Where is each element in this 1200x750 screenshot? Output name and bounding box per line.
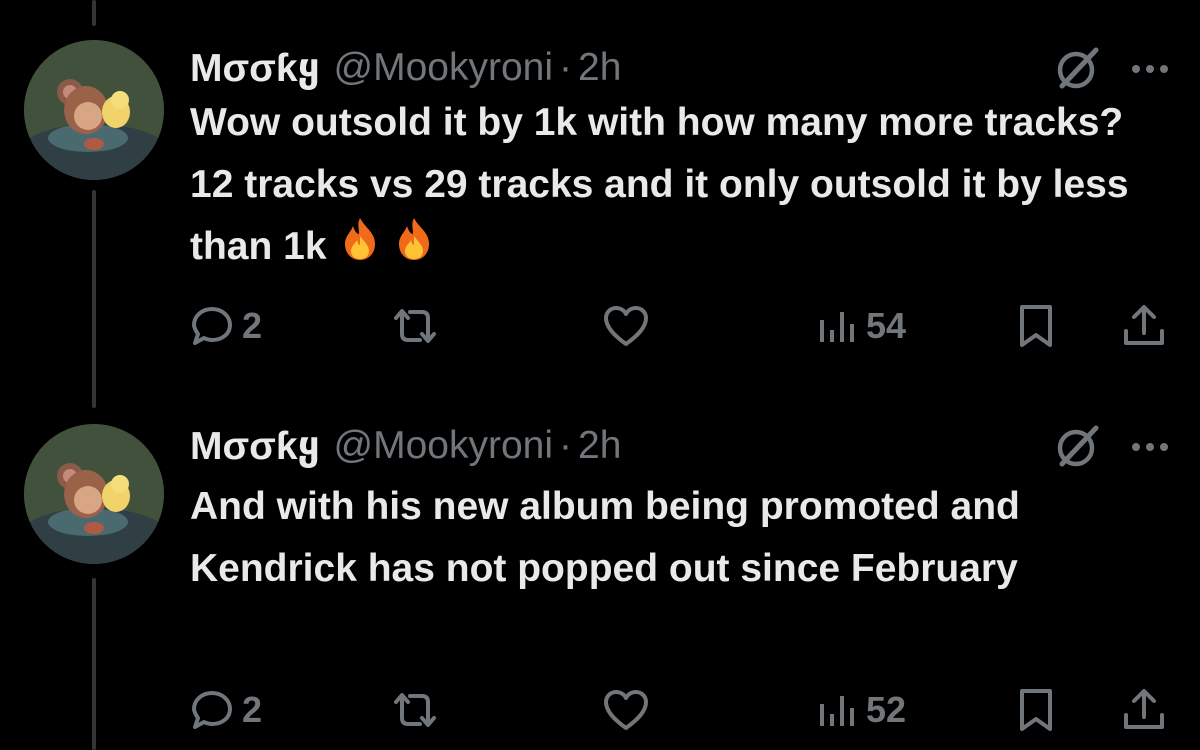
tweet[interactable]: Mσσƙყ @Mookyroni · 2h Wow outsold it by …: [0, 38, 1200, 368]
tweet-body: Wow outsold it by 1k with how many more …: [190, 101, 1129, 268]
fire-emoji: [393, 216, 435, 281]
heart-icon: [604, 690, 648, 730]
heart-icon: [604, 306, 648, 346]
bar-chart-icon: [820, 696, 854, 726]
tweet-text: Wow outsold it by 1k with how many more …: [190, 92, 1170, 281]
tweet-actions: 2 54: [0, 296, 1200, 356]
grok-icon[interactable]: [1050, 420, 1104, 474]
reply-count: 2: [242, 689, 263, 730]
speech-bubble-icon: [192, 307, 232, 345]
timestamp[interactable]: 2h: [578, 424, 621, 468]
repost-icon: [394, 693, 436, 727]
bookmark-icon: [1020, 689, 1052, 731]
avatar[interactable]: [24, 424, 164, 564]
fire-emoji: [339, 216, 381, 281]
tweet[interactable]: Mσσƙყ @Mookyroni · 2h And with his new a…: [0, 416, 1200, 750]
tweet-text: And with his new album being promoted an…: [190, 485, 1020, 590]
views-button[interactable]: 54: [814, 296, 906, 356]
reply-button[interactable]: 2: [190, 296, 262, 356]
tweet-header: Mσσƙყ @Mookyroni · 2h: [190, 38, 621, 98]
repost-button[interactable]: [390, 296, 440, 356]
share-button[interactable]: [1120, 296, 1168, 356]
more-dots-icon[interactable]: [1128, 54, 1172, 84]
display-name[interactable]: Mσσƙყ: [190, 46, 320, 91]
like-button[interactable]: [602, 680, 650, 740]
handle[interactable]: @Mookyroni: [334, 424, 554, 468]
avatar[interactable]: [24, 40, 164, 180]
timestamp[interactable]: 2h: [578, 46, 621, 90]
display-name[interactable]: Mσσƙყ: [190, 424, 320, 469]
grok-icon[interactable]: [1050, 42, 1104, 96]
tweet-header: Mσσƙყ @Mookyroni · 2h: [190, 416, 621, 476]
view-count: 54: [866, 305, 907, 346]
share-button[interactable]: [1120, 680, 1168, 740]
share-icon: [1124, 305, 1164, 345]
views-button[interactable]: 52: [814, 680, 906, 740]
share-icon: [1124, 689, 1164, 729]
tweet-actions: 2 52: [0, 680, 1200, 740]
handle[interactable]: @Mookyroni: [334, 46, 554, 90]
reply-button[interactable]: 2: [190, 680, 262, 740]
like-button[interactable]: [602, 296, 650, 356]
separator-dot: ·: [559, 424, 573, 467]
bookmark-icon: [1020, 305, 1052, 347]
speech-bubble-icon: [192, 691, 232, 729]
thread-line-top: [92, 0, 96, 26]
repost-icon: [394, 309, 436, 343]
bar-chart-icon: [820, 312, 854, 342]
view-count: 52: [866, 689, 907, 730]
repost-button[interactable]: [390, 680, 440, 740]
reply-count: 2: [242, 305, 263, 346]
bookmark-button[interactable]: [1014, 296, 1058, 356]
separator-dot: ·: [559, 46, 573, 89]
more-dots-icon[interactable]: [1128, 432, 1172, 462]
bookmark-button[interactable]: [1014, 680, 1058, 740]
